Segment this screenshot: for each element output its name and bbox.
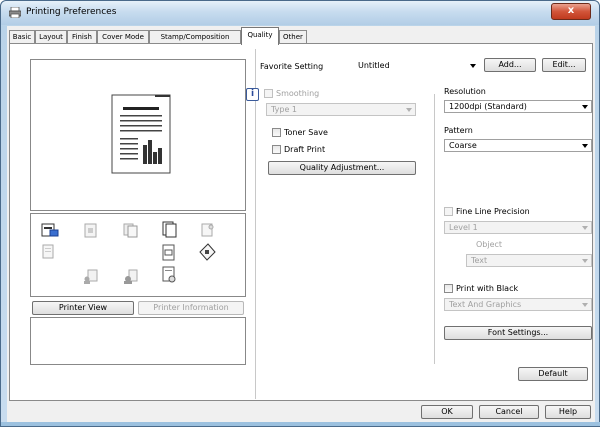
add-favorite-button[interactable]: Add... <box>484 58 536 72</box>
document-preview-icon <box>111 94 171 174</box>
chevron-down-icon <box>582 105 588 109</box>
printer-options-grid <box>30 213 246 297</box>
tab-basic[interactable]: Basic <box>9 30 35 44</box>
user-document-icon <box>83 269 99 285</box>
copies-icon <box>123 222 139 238</box>
fine-line-select[interactable]: Level 1 <box>444 221 592 234</box>
output-tray-icon <box>41 222 59 238</box>
pattern-select[interactable]: Coarse <box>444 139 592 152</box>
print-with-black-checkbox[interactable] <box>444 284 453 293</box>
font-settings-button[interactable]: Font Settings... <box>444 326 592 340</box>
chevron-down-icon <box>582 303 588 307</box>
chevron-down-icon <box>582 144 588 148</box>
smoothing-select[interactable]: Type 1 <box>266 103 416 116</box>
settings-document-icon <box>161 266 177 283</box>
object-label: Object <box>476 240 503 249</box>
chevron-down-icon <box>406 108 412 112</box>
fine-line-value: Level 1 <box>449 223 478 232</box>
cancel-button[interactable]: Cancel <box>479 405 539 419</box>
quality-adjustment-button[interactable]: Quality Adjustment... <box>268 161 416 175</box>
pattern-label: Pattern <box>444 126 473 135</box>
smoothing-checkbox[interactable] <box>264 89 273 98</box>
toner-save-label: Toner Save <box>284 128 328 137</box>
close-button[interactable]: x <box>551 3 591 20</box>
pattern-value: Coarse <box>449 141 477 150</box>
printer-view-button[interactable]: Printer View <box>32 301 134 315</box>
draft-print-checkbox[interactable] <box>272 145 281 154</box>
window-frame: Printing Preferences x Basic Layout Fini… <box>0 0 600 427</box>
account-icon <box>123 269 139 285</box>
dialog-client: Basic Layout Finish Cover Mode Stamp/Com… <box>7 26 595 423</box>
tab-other[interactable]: Other <box>279 30 307 44</box>
smoothing-label: Smoothing <box>276 89 320 98</box>
favorite-setting-value: Untitled <box>358 61 390 70</box>
fine-line-checkbox[interactable] <box>444 207 453 216</box>
resolution-label: Resolution <box>444 87 486 96</box>
toner-save-checkbox[interactable] <box>272 128 281 137</box>
tab-stamp-composition[interactable]: Stamp/Composition <box>149 30 241 44</box>
punch-icon <box>199 222 215 238</box>
print-with-black-value: Text And Graphics <box>449 300 522 309</box>
document-icon <box>41 244 57 260</box>
chevron-down-icon <box>470 64 476 68</box>
chevron-down-icon <box>582 259 588 263</box>
smoothing-value: Type 1 <box>271 105 298 114</box>
status-area <box>30 317 246 365</box>
printer-icon <box>9 7 21 18</box>
object-select[interactable]: Text <box>466 254 592 267</box>
favorite-setting-label: Favorite Setting <box>260 62 324 71</box>
printer-information-button[interactable]: Printer Information <box>138 301 244 315</box>
chevron-down-icon <box>582 226 588 230</box>
fine-line-label: Fine Line Precision <box>456 207 530 216</box>
print-with-black-select[interactable]: Text And Graphics <box>444 298 592 311</box>
tab-finish[interactable]: Finish <box>67 30 97 44</box>
favorite-setting-select[interactable]: Untitled <box>354 60 479 73</box>
section-divider-right <box>434 94 435 364</box>
title-bar[interactable]: Printing Preferences x <box>1 1 599 25</box>
folded-page-icon <box>197 242 216 261</box>
quality-panel: Printer View Printer Information Favorit… <box>9 43 593 401</box>
object-value: Text <box>471 256 488 265</box>
info-icon: i <box>246 88 259 101</box>
tab-quality[interactable]: Quality <box>241 27 279 45</box>
tab-layout[interactable]: Layout <box>35 30 67 44</box>
help-button[interactable]: Help <box>545 405 591 419</box>
window-bottom-edge <box>1 422 600 426</box>
resolution-value: 1200dpi (Standard) <box>449 102 527 111</box>
window-title: Printing Preferences <box>26 7 117 17</box>
print-with-black-label: Print with Black <box>456 284 519 293</box>
tab-cover-mode[interactable]: Cover Mode <box>97 30 149 44</box>
page-preview <box>30 59 246 211</box>
draft-print-label: Draft Print <box>284 145 326 154</box>
default-button[interactable]: Default <box>518 367 588 381</box>
staple-icon <box>83 222 99 238</box>
binding-icon <box>161 244 177 261</box>
ok-button[interactable]: OK <box>421 405 473 419</box>
edit-favorite-button[interactable]: Edit... <box>542 58 586 72</box>
booklet-icon <box>161 220 177 238</box>
resolution-select[interactable]: 1200dpi (Standard) <box>444 100 592 113</box>
section-divider <box>255 49 256 399</box>
